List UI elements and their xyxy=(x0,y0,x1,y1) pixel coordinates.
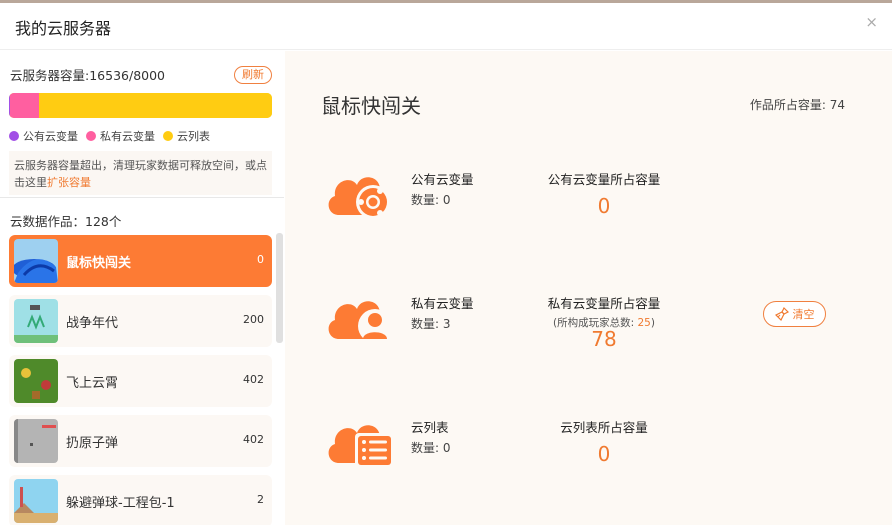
works-list-scrollbar[interactable] xyxy=(276,233,283,343)
list-item[interactable]: 躲避弹球-工程包-1 2 xyxy=(9,475,272,525)
usage-segment-list xyxy=(38,93,272,118)
divider xyxy=(0,197,284,198)
list-item[interactable]: 飞上云霄 402 xyxy=(9,355,272,407)
broom-icon xyxy=(774,307,789,321)
list-item[interactable]: 战争年代 200 xyxy=(9,295,272,347)
close-icon[interactable]: × xyxy=(865,13,878,31)
list-item[interactable]: 鼠标快闯关 0 xyxy=(9,235,272,287)
work-name: 飞上云霄 xyxy=(66,376,119,391)
list-item[interactable]: 扔原子弹 402 xyxy=(9,415,272,467)
work-value: 402 xyxy=(243,433,264,446)
public-variables-section: 公有云变量 数量: 0 公有云变量所占容量 0 xyxy=(285,163,892,233)
work-thumbnail xyxy=(14,479,58,523)
section-count: 数量: 3 xyxy=(411,317,451,331)
work-value: 402 xyxy=(243,373,264,386)
legend-dot xyxy=(163,131,173,141)
work-thumbnail xyxy=(14,299,58,343)
work-thumbnail xyxy=(14,359,58,403)
legend-item-public: 公有云变量 xyxy=(9,128,78,144)
work-name: 鼠标快闯关 xyxy=(66,256,132,271)
section-count: 数量: 0 xyxy=(411,193,451,207)
section-title: 云列表 xyxy=(411,420,449,435)
legend-item-list: 云列表 xyxy=(163,128,210,144)
section-title: 私有云变量 xyxy=(411,296,474,311)
capacity-value: 0 xyxy=(597,194,611,218)
dialog-title: 我的云服务器 xyxy=(15,19,112,38)
capacity-label: 云服务器容量:16536/8000 xyxy=(10,68,165,83)
section-title: 公有云变量 xyxy=(411,172,474,187)
legend-label: 公有云变量 xyxy=(23,130,78,143)
clear-button[interactable]: 清空 xyxy=(763,301,826,327)
work-value: 0 xyxy=(257,253,264,266)
cloud-list-icon xyxy=(328,425,393,467)
work-name: 扔原子弹 xyxy=(66,436,119,451)
work-capacity: 作品所占容量: 74 xyxy=(749,98,845,112)
capacity-value: 0 xyxy=(597,442,611,466)
legend-label: 私有云变量 xyxy=(100,130,155,143)
usage-segment-private xyxy=(10,93,39,118)
sidebar: 云服务器容量:16536/8000 刷新 公有云变量 私有云变量 云列表 云服务… xyxy=(0,51,284,525)
legend-dot xyxy=(9,131,19,141)
refresh-button[interactable]: 刷新 xyxy=(234,66,272,84)
private-variables-section: 私有云变量 数量: 3 私有云变量所占容量 (所构成玩家总数: 25) 78 清… xyxy=(285,287,892,357)
cloud-server-dialog: 我的云服务器 × 云服务器容量:16536/8000 刷新 公有云变量 私有云变… xyxy=(0,3,892,525)
capacity-notice: 云服务器容量超出，清理玩家数据可释放空间，或点击这里扩张容量 xyxy=(9,151,272,195)
cloud-list-section: 云列表 数量: 0 云列表所占容量 0 xyxy=(285,411,892,481)
cloud-public-icon xyxy=(328,177,390,219)
capacity-usage-bar xyxy=(9,93,272,118)
legend-item-private: 私有云变量 xyxy=(86,128,155,144)
usage-legend: 公有云变量 私有云变量 云列表 xyxy=(9,128,218,144)
clear-label: 清空 xyxy=(792,308,815,321)
work-title: 鼠标快闯关 xyxy=(321,94,421,118)
work-value: 200 xyxy=(243,313,264,326)
expand-capacity-link[interactable]: 扩张容量 xyxy=(47,176,91,189)
capacity-label: 云列表所占容量 xyxy=(560,420,648,435)
work-thumbnail xyxy=(14,419,58,463)
work-name: 躲避弹球-工程包-1 xyxy=(66,496,175,511)
legend-dot xyxy=(86,131,96,141)
work-thumbnail xyxy=(14,239,58,283)
work-name: 战争年代 xyxy=(66,316,119,331)
main-panel: 鼠标快闯关 作品所占容量: 74 公有云变量 数量: 0 公有云变量所占容量 0 xyxy=(285,51,892,525)
capacity-label: 私有云变量所占容量 xyxy=(547,296,661,311)
capacity-value: 78 xyxy=(591,327,617,351)
work-value: 2 xyxy=(257,493,264,506)
works-list: 鼠标快闯关 0 战争年代 200 飞上云霄 402 扔原子弹 402 躲避弹球-… xyxy=(9,235,272,525)
works-count: 云数据作品：128个 xyxy=(10,214,122,229)
legend-label: 云列表 xyxy=(177,130,210,143)
section-count: 数量: 0 xyxy=(411,441,451,455)
dialog-header: 我的云服务器 × xyxy=(0,3,892,50)
capacity-label: 公有云变量所占容量 xyxy=(547,172,661,187)
cloud-private-icon xyxy=(328,301,392,343)
